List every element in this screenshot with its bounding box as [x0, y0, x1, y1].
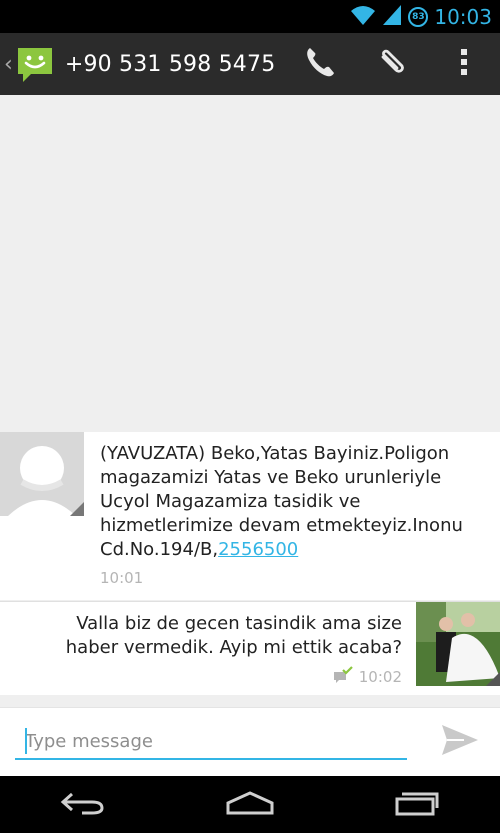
status-bar: 83 10:03 — [0, 0, 500, 33]
chevron-left-icon: ‹ — [4, 51, 13, 77]
send-button[interactable] — [438, 720, 482, 764]
overflow-menu-button[interactable] — [428, 33, 500, 95]
phone-number-link[interactable]: 2556500 — [218, 539, 298, 560]
overflow-menu-icon — [459, 47, 469, 81]
status-icons: 83 10:03 — [350, 4, 492, 30]
nav-recents-button[interactable] — [367, 776, 467, 833]
signal-icon — [382, 4, 402, 30]
own-profile-photo[interactable] — [416, 602, 500, 686]
incoming-message[interactable]: (YAVUZATA) Beko,Yatas Bayiniz.Poligon ma… — [0, 432, 500, 600]
nav-home-button[interactable] — [200, 776, 300, 833]
conversation-list[interactable]: (YAVUZATA) Beko,Yatas Bayiniz.Poligon ma… — [0, 95, 500, 707]
phone-icon — [303, 45, 337, 83]
nav-back-button[interactable] — [33, 776, 133, 833]
conversation-title: +90 531 598 5475 — [64, 51, 276, 77]
incoming-message-text: (YAVUZATA) Beko,Yatas Bayiniz.Poligon ma… — [100, 442, 495, 562]
delivered-check-icon — [333, 666, 353, 688]
navigation-bar — [0, 776, 500, 833]
back-icon — [60, 791, 106, 819]
outgoing-message-text: Valla biz de gecen tasindik ama size hab… — [65, 613, 402, 658]
attach-icon — [374, 44, 410, 84]
wifi-icon — [350, 4, 376, 30]
messaging-app-icon — [15, 44, 55, 84]
home-icon — [225, 790, 275, 819]
incoming-message-time: 10:01 — [100, 569, 144, 587]
recents-icon — [394, 790, 440, 820]
message-input[interactable] — [15, 724, 407, 758]
battery-icon: 83 — [408, 7, 429, 27]
status-time: 10:03 — [434, 5, 492, 29]
outgoing-message-time: 10:02 — [358, 668, 402, 686]
outgoing-message-meta: 10:02 — [333, 666, 402, 688]
action-bar: ‹ +90 531 598 5475 — [0, 33, 500, 95]
outgoing-message[interactable]: Valla biz de gecen tasindik ama size hab… — [0, 601, 500, 695]
attach-button[interactable] — [356, 33, 428, 95]
call-button[interactable] — [284, 33, 356, 95]
up-navigation[interactable]: ‹ — [0, 33, 55, 95]
battery-level: 83 — [412, 12, 425, 22]
compose-bar — [0, 707, 500, 776]
send-icon — [440, 723, 480, 761]
contact-avatar[interactable] — [0, 432, 84, 516]
action-bar-actions — [284, 33, 500, 95]
message-field-container — [15, 724, 407, 760]
text-cursor — [25, 728, 27, 754]
